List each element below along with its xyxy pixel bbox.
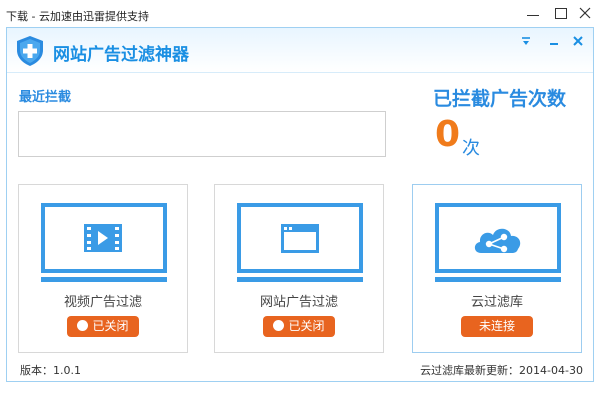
window-close-button[interactable] bbox=[576, 5, 594, 21]
app-header: 网站广告过滤神器 bbox=[7, 28, 593, 73]
video-filter-label: 视频广告过滤 bbox=[63, 295, 142, 310]
toggle-dot-icon bbox=[77, 320, 89, 331]
blocked-count-value: 0 bbox=[435, 114, 461, 155]
app-title: 网站广告过滤神器 bbox=[53, 45, 189, 65]
video-filter-card: 视频广告过滤 已关闭 bbox=[18, 184, 188, 353]
cloud-library-card: 云过滤库 未连接 bbox=[412, 184, 582, 353]
cloud-library-label: 云过滤库 bbox=[470, 295, 523, 310]
recent-blocked-label: 最近拦截 bbox=[19, 90, 72, 105]
update-date-text: 云过滤库最新更新：2014-04-30 bbox=[420, 364, 583, 377]
website-filter-toggle[interactable]: 已关闭 bbox=[263, 316, 335, 337]
close-x-icon bbox=[579, 7, 591, 19]
website-filter-label: 网站广告过滤 bbox=[259, 295, 338, 310]
close-icon bbox=[573, 36, 583, 46]
video-filter-status: 已关闭 bbox=[92, 319, 129, 333]
menu-icon bbox=[522, 37, 530, 45]
website-filter-card: 网站广告过滤 已关闭 bbox=[214, 184, 384, 353]
shield-logo-icon bbox=[17, 36, 43, 66]
version-text: 版本：1.0.1 bbox=[20, 364, 81, 377]
window-title: 下载 - 云加速由迅雷提供支持 bbox=[6, 10, 149, 23]
video-filter-toggle[interactable]: 已关闭 bbox=[67, 316, 139, 337]
window-minimize-button[interactable] bbox=[524, 5, 542, 21]
close-button[interactable] bbox=[569, 32, 587, 50]
app-window: 网站广告过滤神器 最近拦截 已拦截广告次数 0 次 视频广告过滤 已关闭 网站广… bbox=[6, 27, 594, 382]
recent-blocked-box bbox=[18, 111, 386, 157]
minimize-icon bbox=[550, 43, 558, 45]
window-maximize-button[interactable] bbox=[552, 5, 570, 21]
cloud-library-status: 未连接 bbox=[478, 319, 515, 333]
cloud-library-connect-button[interactable]: 未连接 bbox=[461, 316, 533, 337]
browser-window-icon bbox=[237, 203, 363, 282]
blocked-count-unit: 次 bbox=[462, 138, 480, 159]
website-filter-status: 已关闭 bbox=[288, 319, 325, 333]
window-titlebar: 下载 - 云加速由迅雷提供支持 bbox=[0, 0, 600, 27]
cloud-share-icon bbox=[435, 203, 561, 282]
toggle-dot-icon bbox=[273, 320, 285, 331]
minimize-button[interactable] bbox=[545, 32, 563, 50]
menu-button[interactable] bbox=[517, 32, 535, 50]
blocked-count-title: 已拦截广告次数 bbox=[433, 88, 567, 110]
video-icon bbox=[41, 203, 167, 282]
